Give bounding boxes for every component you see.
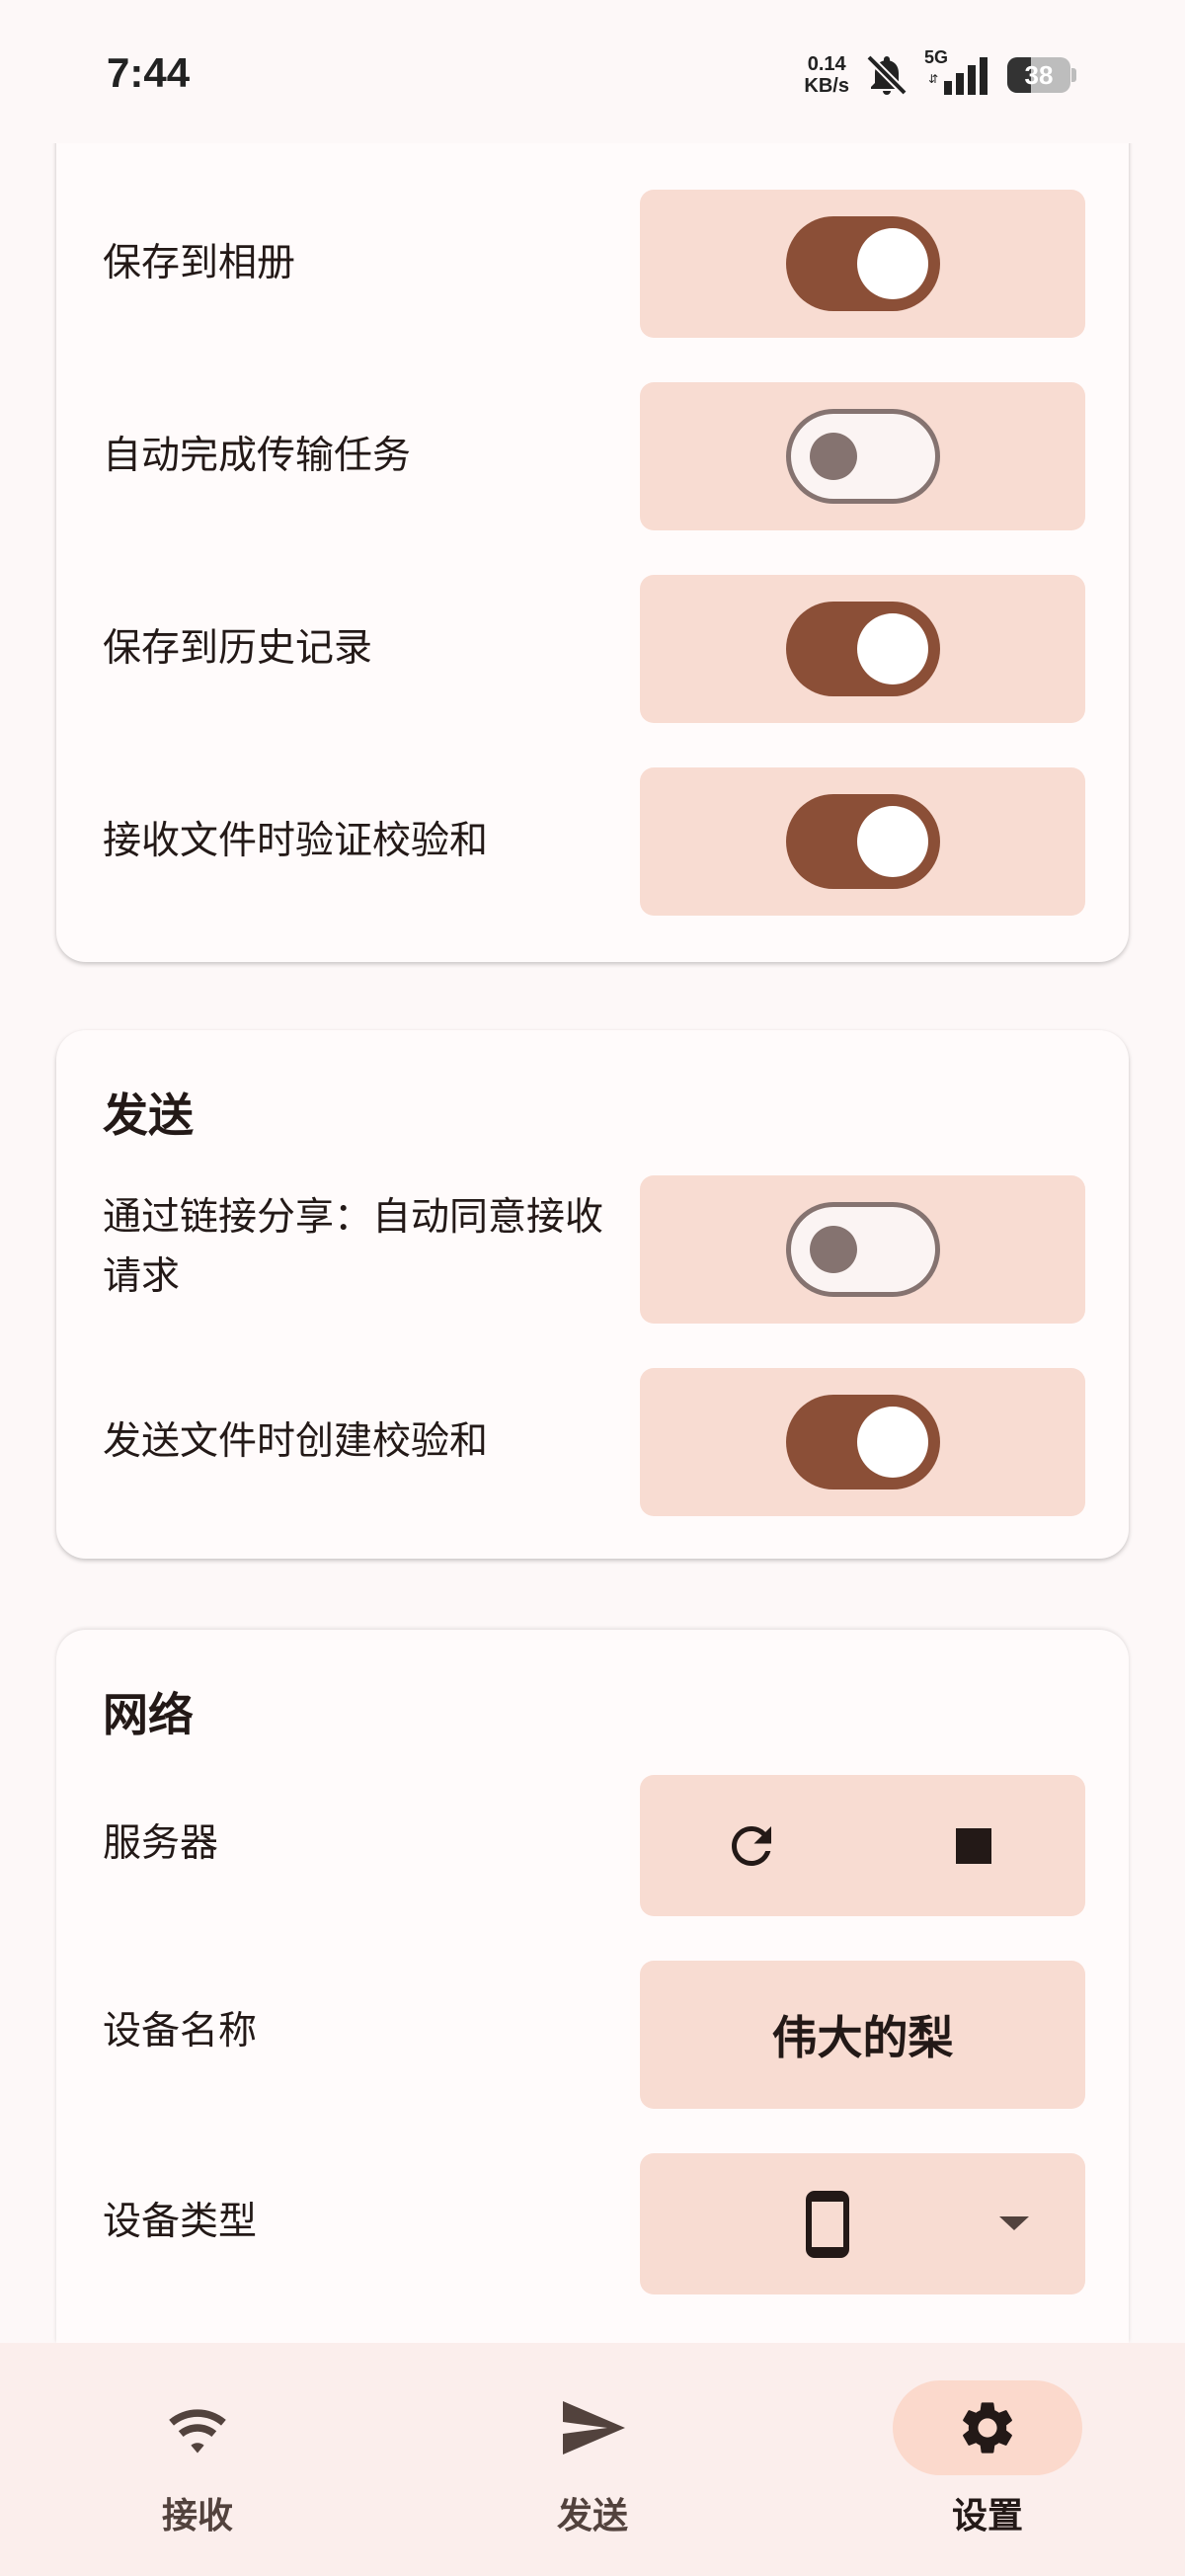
switch-thumb bbox=[856, 1407, 928, 1478]
signal-icon: 5G ⇵ bbox=[924, 47, 993, 99]
status-icons: 0.14 KB/s 5G ⇵ 38 bbox=[804, 47, 1076, 103]
setting-box-link-share-auto-accept[interactable] bbox=[640, 1175, 1085, 1324]
setting-box-verify-checksum[interactable] bbox=[640, 767, 1085, 916]
switch-thumb bbox=[809, 433, 857, 480]
setting-label-save-history: 保存到历史记录 bbox=[103, 626, 373, 671]
nav-pill-settings bbox=[893, 2380, 1082, 2475]
wifi-icon bbox=[169, 2409, 226, 2454]
server-label: 服务器 bbox=[103, 1821, 219, 1866]
battery-level: 38 bbox=[1024, 60, 1054, 90]
switch-thumb bbox=[856, 806, 928, 877]
network-settings-card: 网络 服务器 设备名称 伟大的梨 设备类型 bbox=[56, 1630, 1129, 2343]
device-name-value: 伟大的梨 bbox=[771, 2011, 954, 2064]
switch-thumb bbox=[809, 1226, 857, 1273]
device-name-box[interactable]: 伟大的梨 bbox=[640, 1961, 1085, 2109]
nav-item-send[interactable]: 发送 bbox=[395, 2380, 790, 2538]
save-history-switch[interactable] bbox=[785, 602, 940, 696]
device-type-label: 设备类型 bbox=[103, 2200, 258, 2244]
link-share-auto-accept-switch[interactable] bbox=[785, 1202, 940, 1297]
receive-settings-card: 保存到相册 自动完成传输任务 保存到历史记录 接收文件时验证校验和 bbox=[56, 89, 1129, 962]
switch-thumb bbox=[856, 613, 928, 684]
device-name-label: 设备名称 bbox=[103, 2009, 258, 2053]
nav-pill-receive bbox=[103, 2380, 292, 2475]
setting-label-auto-finish: 自动完成传输任务 bbox=[103, 434, 412, 478]
refresh-icon[interactable] bbox=[712, 1807, 791, 1886]
net-speed-value: 0.14 bbox=[807, 53, 846, 75]
nav-label-send: 发送 bbox=[556, 2496, 628, 2536]
setting-box-save-to-gallery[interactable] bbox=[640, 190, 1085, 338]
nav-label-settings: 设置 bbox=[951, 2496, 1023, 2536]
net-speed: 0.14 KB/s bbox=[804, 53, 849, 97]
setting-label-save-to-gallery: 保存到相册 bbox=[103, 241, 296, 285]
bell-muted-icon bbox=[866, 54, 908, 96]
send-settings-card: 发送 通过链接分享：自动同意接收请求 发送文件时创建校验和 bbox=[56, 1030, 1129, 1559]
status-bar: 7:44 0.14 KB/s 5G ⇵ 38 bbox=[0, 0, 1185, 143]
setting-label-create-checksum: 发送文件时创建校验和 bbox=[103, 1419, 489, 1464]
auto-finish-switch[interactable] bbox=[785, 409, 940, 504]
server-controls bbox=[640, 1775, 1085, 1916]
nav-pill-send bbox=[498, 2380, 687, 2475]
gear-icon bbox=[963, 2402, 1012, 2454]
nav-item-settings[interactable]: 设置 bbox=[790, 2380, 1185, 2538]
verify-checksum-switch[interactable] bbox=[785, 794, 940, 889]
net-speed-unit: KB/s bbox=[804, 75, 849, 97]
bottom-navigation-bar: 接收 发送 设置 bbox=[0, 2343, 1185, 2576]
switch-thumb bbox=[856, 228, 928, 299]
save-to-gallery-switch[interactable] bbox=[785, 216, 940, 311]
setting-box-save-history[interactable] bbox=[640, 575, 1085, 723]
setting-box-create-checksum[interactable] bbox=[640, 1368, 1085, 1516]
stop-icon[interactable] bbox=[934, 1807, 1013, 1886]
setting-box-auto-finish[interactable] bbox=[640, 382, 1085, 530]
nav-label-receive: 接收 bbox=[161, 2496, 233, 2536]
device-type-select[interactable] bbox=[640, 2153, 1085, 2294]
phone-icon bbox=[806, 2191, 849, 2258]
nav-item-receive[interactable]: 接收 bbox=[0, 2380, 395, 2538]
create-checksum-switch[interactable] bbox=[785, 1395, 940, 1489]
chevron-down-icon bbox=[999, 2216, 1029, 2230]
send-icon bbox=[563, 2401, 625, 2455]
battery-icon: 38 bbox=[1007, 57, 1076, 93]
setting-label-link-share-auto-accept: 通过链接分享：自动同意接收请求 bbox=[103, 1195, 604, 1299]
network-section-title: 网络 bbox=[103, 1688, 194, 1741]
network-type: 5G bbox=[924, 47, 949, 67]
status-time: 7:44 bbox=[107, 49, 191, 96]
setting-label-verify-checksum: 接收文件时验证校验和 bbox=[103, 819, 489, 863]
send-section-title: 发送 bbox=[103, 1088, 194, 1142]
